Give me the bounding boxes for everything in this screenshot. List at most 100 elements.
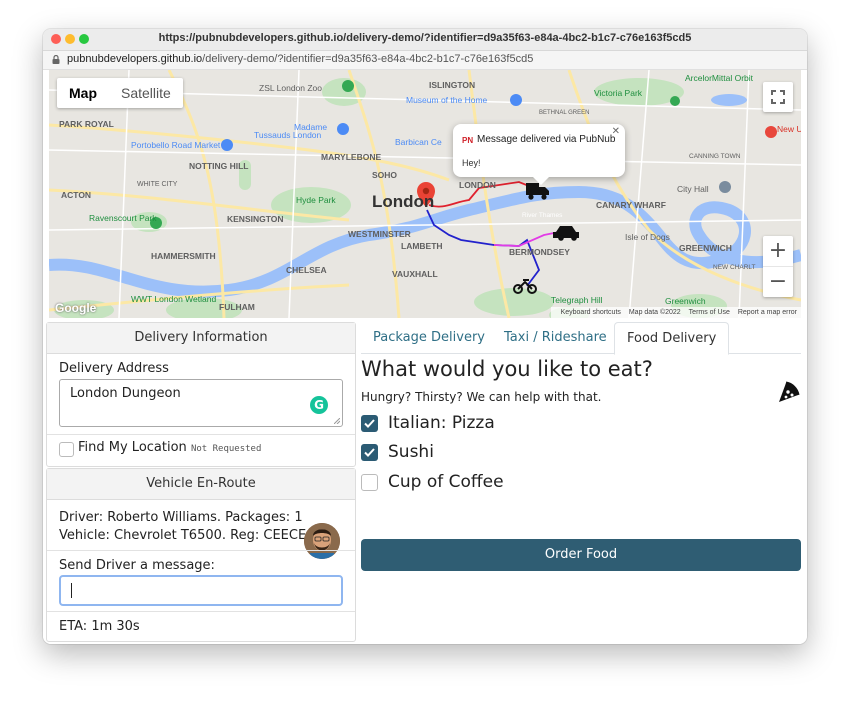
sushi-checkbox[interactable]	[361, 444, 378, 461]
label-new-charlton: NEW CHARLT	[713, 264, 756, 271]
url-host: pubnubdevelopers.github.io	[67, 53, 203, 65]
label-bermondsey: BERMONDSEY	[509, 247, 570, 257]
window-title: https://pubnubdevelopers.github.io/deliv…	[158, 32, 692, 44]
terms-link[interactable]: Terms of Use	[689, 309, 730, 316]
label-wwt: WWT London Wetland	[131, 294, 216, 304]
label-canning-town: CANNING TOWN	[689, 153, 741, 160]
label-ravenscourt: Ravenscourt Park	[89, 213, 157, 223]
right-column: Package Delivery Taxi / Rideshare Food D…	[354, 318, 807, 644]
checkmark-icon	[364, 448, 375, 457]
food-subheading: Hungry? Thirsty? We can help with that.	[361, 390, 602, 404]
driver-line: Driver: Roberto Williams. Packages: 1	[59, 510, 303, 525]
label-lambeth: LAMBETH	[401, 241, 443, 251]
info-window-body: Hey!	[462, 158, 481, 168]
label-victoria-park: Victoria Park	[594, 88, 643, 98]
park-place-icon[interactable]	[670, 96, 680, 106]
label-portobello: Portobello Road Market	[131, 140, 221, 150]
pizza-checkbox[interactable]	[361, 415, 378, 432]
find-location-label: Find My Location Not Requested	[78, 440, 261, 455]
tab-package-delivery[interactable]: Package Delivery	[361, 322, 497, 353]
museum-place-icon[interactable]	[510, 94, 522, 106]
pizza-icon	[779, 381, 800, 402]
label-isle-of-dogs: Isle of Dogs	[625, 232, 670, 242]
label-chelsea: CHELSEA	[286, 265, 327, 275]
label-canary-wharf: CANARY WHARF	[596, 200, 666, 210]
find-location-checkbox[interactable]	[59, 442, 74, 457]
google-logo: Google	[55, 301, 97, 315]
label-river-thames: River Thames	[522, 212, 563, 219]
delivery-address-value: London Dungeon	[70, 386, 181, 401]
vehicle-card: Vehicle En-Route Driver: Roberto William…	[46, 468, 356, 642]
sushi-label: Sushi	[388, 442, 434, 462]
label-new-univ: New Univ	[777, 124, 801, 134]
label-hyde-park: Hyde Park	[296, 195, 336, 205]
university-place-icon[interactable]	[765, 126, 777, 138]
coffee-checkbox[interactable]	[361, 474, 378, 491]
map-type-satellite-button[interactable]: Satellite	[109, 78, 183, 108]
divider	[47, 434, 355, 435]
driver-avatar	[304, 523, 340, 559]
info-window-title: Message delivered via PubNub	[477, 134, 616, 145]
label-marylebone: MARYLEBONE	[321, 152, 381, 162]
pizza-label: Italian: Pizza	[388, 413, 495, 433]
map-type-toggle: Map Satellite	[57, 78, 183, 108]
order-food-button[interactable]: Order Food	[361, 539, 801, 571]
fullscreen-button[interactable]	[763, 82, 793, 112]
map-data-text: Map data ©2022	[628, 309, 681, 316]
left-column: Delivery Information Delivery Address Lo…	[46, 322, 356, 642]
food-heading: What would you like to eat?	[361, 357, 653, 381]
map-view[interactable]: ZSL London Zoo ISLINGTON Museum of the H…	[49, 70, 801, 318]
coffee-label: Cup of Coffee	[388, 472, 504, 492]
delivery-address-label: Delivery Address	[59, 361, 169, 376]
keyboard-shortcuts-link[interactable]: Keyboard shortcuts	[561, 309, 621, 316]
find-location-text: Find My Location	[78, 440, 187, 455]
driver-avatar-image	[304, 523, 340, 559]
label-greenwich-park: Greenwich	[665, 296, 706, 306]
zoo-place-icon[interactable]	[342, 80, 354, 92]
tussauds-place-icon[interactable]	[337, 123, 349, 135]
label-soho: SOHO	[372, 170, 397, 180]
delivery-info-card: Delivery Information Delivery Address Lo…	[46, 322, 356, 467]
divider	[47, 611, 355, 612]
map-info-window: PN Message delivered via PubNub Hey! ✕	[453, 124, 625, 185]
tab-taxi-rideshare[interactable]: Taxi / Rideshare	[492, 322, 619, 353]
label-hammersmith: HAMMERSMITH	[151, 251, 216, 261]
city-hall-place-icon[interactable]	[719, 181, 731, 193]
label-bethnal-green: BETHNAL GREEN	[539, 110, 589, 116]
label-westminster: WESTMINSTER	[348, 229, 411, 239]
pubnub-logo-icon: PN	[462, 136, 474, 145]
label-telegraph-hill: Telegraph Hill	[551, 295, 603, 305]
url-text: pubnubdevelopers.github.io/delivery-demo…	[67, 53, 533, 65]
label-notting-hill: NOTTING HILL	[189, 161, 249, 171]
label-islington: ISLINGTON	[429, 80, 475, 90]
report-error-link[interactable]: Report a map error	[738, 309, 797, 316]
driver-message-input[interactable]	[59, 575, 343, 606]
info-window-close-icon[interactable]: ✕	[612, 126, 620, 137]
map-type-map-button[interactable]: Map	[57, 78, 109, 108]
label-park-royal: PARK ROYAL	[59, 119, 114, 129]
delivery-info-header: Delivery Information	[47, 323, 355, 354]
label-barbican: Barbican Ce	[395, 137, 442, 147]
label-zsl: ZSL London Zoo	[259, 83, 322, 93]
url-path: /delivery-demo/?identifier=d9a35f63-e84a…	[202, 53, 534, 65]
lock-icon	[52, 55, 60, 64]
market-place-icon[interactable]	[221, 139, 233, 151]
label-acton: ACTON	[61, 190, 91, 200]
label-museum: Museum of the Home	[406, 95, 488, 105]
fullscreen-icon	[771, 90, 785, 104]
zoom-out-button[interactable]: −	[763, 267, 793, 297]
find-location-status: Not Requested	[190, 444, 262, 454]
grammarly-icon[interactable]: G	[310, 396, 328, 414]
resize-handle-icon[interactable]	[334, 418, 340, 424]
zoom-in-button[interactable]: +	[763, 236, 793, 267]
label-white-city: WHITE CITY	[137, 181, 178, 188]
eta-text: ETA: 1m 30s	[59, 619, 140, 634]
label-arcelor: ArcelorMittal Orbit	[685, 73, 754, 83]
label-vauxhall: VAUXHALL	[392, 269, 438, 279]
page-content: Delivery Information Delivery Address Lo…	[43, 318, 807, 644]
label-london: London	[372, 192, 434, 211]
browser-window: https://pubnubdevelopers.github.io/deliv…	[43, 29, 807, 644]
delivery-address-input[interactable]: London Dungeon G	[59, 379, 343, 427]
address-bar[interactable]: pubnubdevelopers.github.io/delivery-demo…	[43, 51, 807, 70]
tab-food-delivery[interactable]: Food Delivery	[614, 322, 730, 355]
